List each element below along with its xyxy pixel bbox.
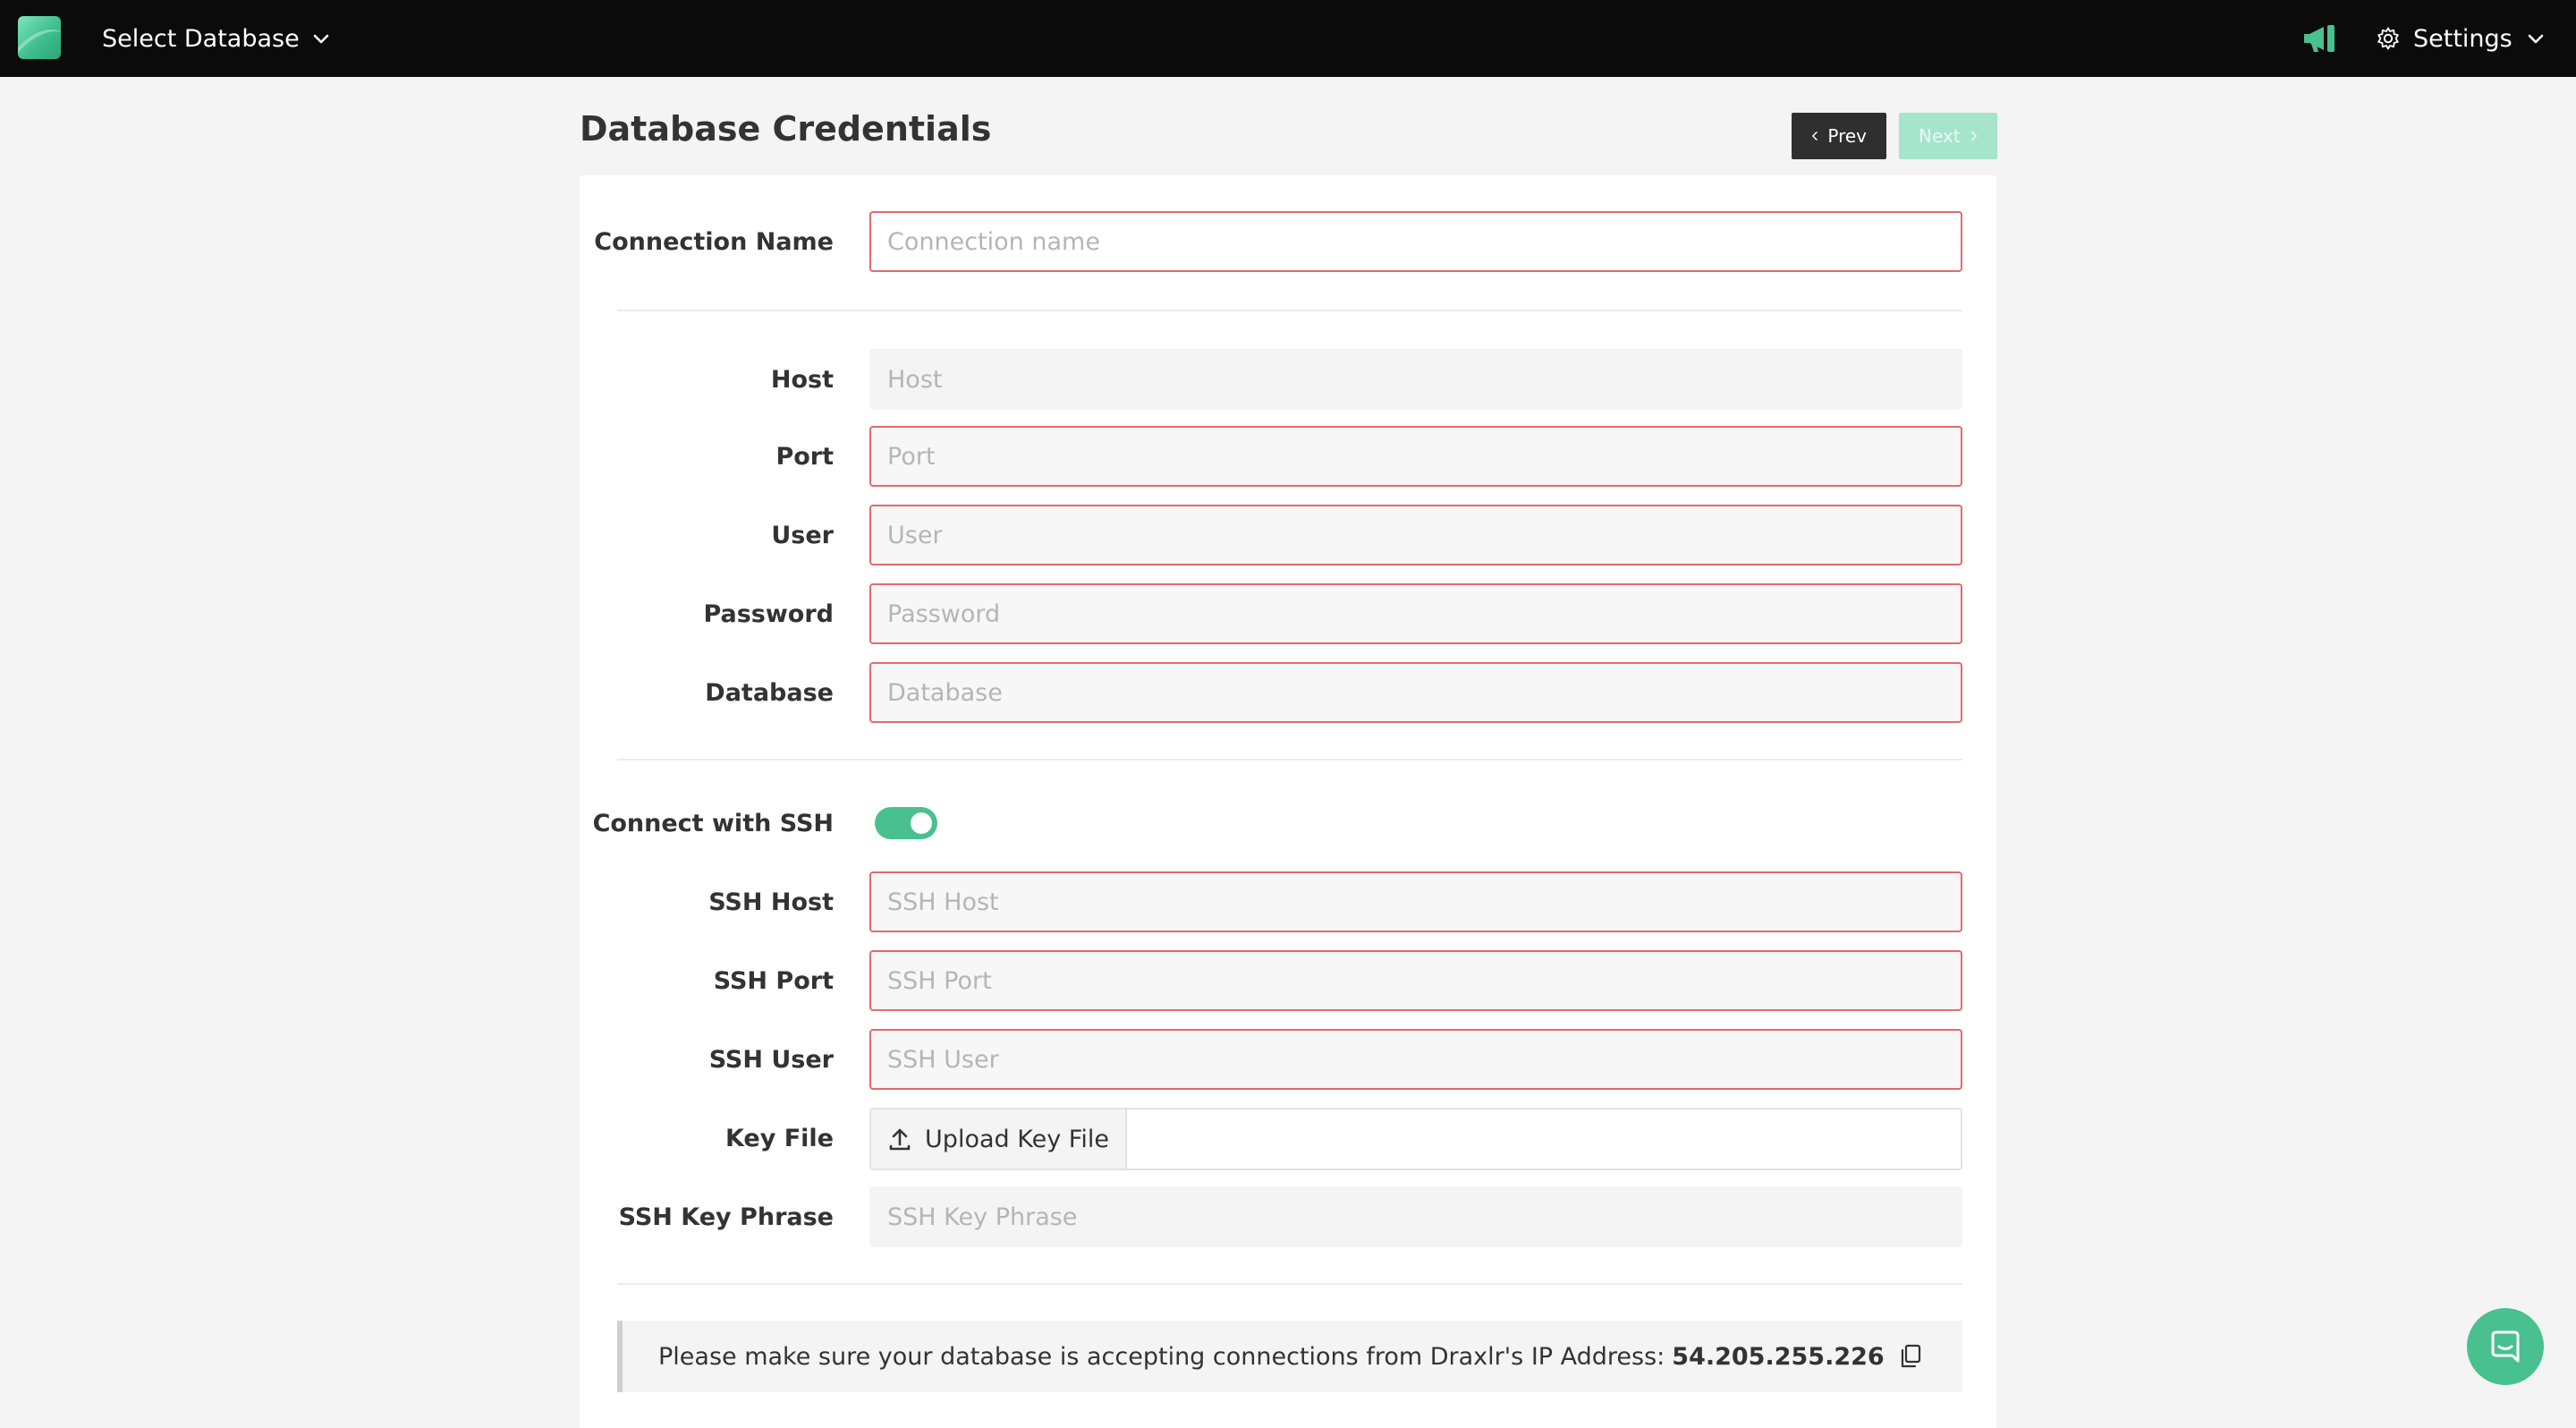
ssh-host-row: SSH Host (580, 871, 1996, 932)
select-database-label: Select Database (102, 24, 300, 53)
ssh-user-row: SSH User (580, 1029, 1996, 1090)
database-row: Database (580, 662, 1996, 723)
chevron-down-icon (313, 34, 329, 44)
database-input[interactable] (869, 662, 1962, 723)
next-label: Next (1919, 125, 1961, 147)
chevron-down-icon (2528, 34, 2544, 44)
key-file-label: Key File (724, 1124, 834, 1152)
page-title: Database Credentials (580, 109, 992, 149)
password-input[interactable] (869, 583, 1962, 644)
user-input[interactable] (869, 505, 1962, 565)
top-bar: Select Database Settings (0, 0, 2576, 77)
upload-key-file-label: Upload Key File (925, 1125, 1109, 1153)
key-file-upload: Upload Key File (869, 1108, 1962, 1170)
ssh-toggle-row: Connect with SSH (580, 793, 1996, 854)
host-input[interactable] (869, 349, 1962, 410)
connection-name-label: Connection Name (594, 227, 834, 256)
host-label: Host (770, 365, 834, 394)
key-file-row: Key File Upload Key File (580, 1108, 1996, 1170)
settings-label: Settings (2413, 24, 2512, 53)
password-label: Password (703, 599, 834, 628)
connection-name-input[interactable] (869, 211, 1962, 272)
user-label: User (771, 521, 834, 549)
chat-icon (2491, 1330, 2520, 1363)
prev-button[interactable]: Prev (1792, 113, 1886, 159)
prev-label: Prev (1827, 125, 1867, 147)
ip-address: 54.205.255.226 (1672, 1342, 1885, 1371)
divider (617, 759, 1962, 761)
ssh-user-label: SSH User (708, 1045, 834, 1074)
connection-name-row: Connection Name (580, 211, 1996, 272)
notice-text: Please make sure your database is accept… (658, 1342, 1665, 1371)
ssh-host-label: SSH Host (708, 888, 834, 916)
ssh-key-phrase-row: SSH Key Phrase (580, 1186, 1996, 1247)
ssh-key-phrase-input[interactable] (869, 1186, 1962, 1247)
ssh-toggle-switch[interactable] (875, 807, 937, 839)
ip-whitelist-notice: Please make sure your database is accept… (617, 1321, 1962, 1392)
port-input[interactable] (869, 426, 1962, 487)
ssh-port-row: SSH Port (580, 950, 1996, 1011)
upload-icon (889, 1128, 911, 1151)
host-row: Host (580, 349, 1996, 410)
chat-widget-button[interactable] (2467, 1308, 2544, 1385)
credentials-form: Connection Name Host Port User Password … (580, 175, 1996, 1428)
port-label: Port (775, 442, 834, 471)
password-row: Password (580, 583, 1996, 644)
megaphone-icon[interactable] (2301, 21, 2340, 55)
select-database-dropdown[interactable]: Select Database (102, 20, 332, 57)
next-button[interactable]: Next (1899, 113, 1997, 159)
settings-menu[interactable]: Settings (2376, 20, 2546, 57)
toggle-knob (911, 812, 932, 834)
divider (617, 310, 1962, 311)
ssh-port-label: SSH Port (713, 966, 834, 995)
chevron-right-icon (1970, 131, 1977, 141)
ssh-host-input[interactable] (869, 871, 1962, 932)
divider (617, 1283, 1962, 1285)
gear-icon (2377, 27, 2399, 50)
copy-icon[interactable] (1899, 1344, 1922, 1369)
upload-key-file-button[interactable]: Upload Key File (871, 1109, 1127, 1169)
user-row: User (580, 505, 1996, 565)
chevron-left-icon (1812, 132, 1818, 140)
app-logo[interactable] (18, 16, 61, 59)
ssh-user-input[interactable] (869, 1029, 1962, 1090)
database-label: Database (705, 678, 834, 707)
ssh-toggle-label: Connect with SSH (592, 809, 834, 837)
ssh-port-input[interactable] (869, 950, 1962, 1011)
ssh-key-phrase-label: SSH Key Phrase (618, 1203, 834, 1231)
port-row: Port (580, 426, 1996, 487)
